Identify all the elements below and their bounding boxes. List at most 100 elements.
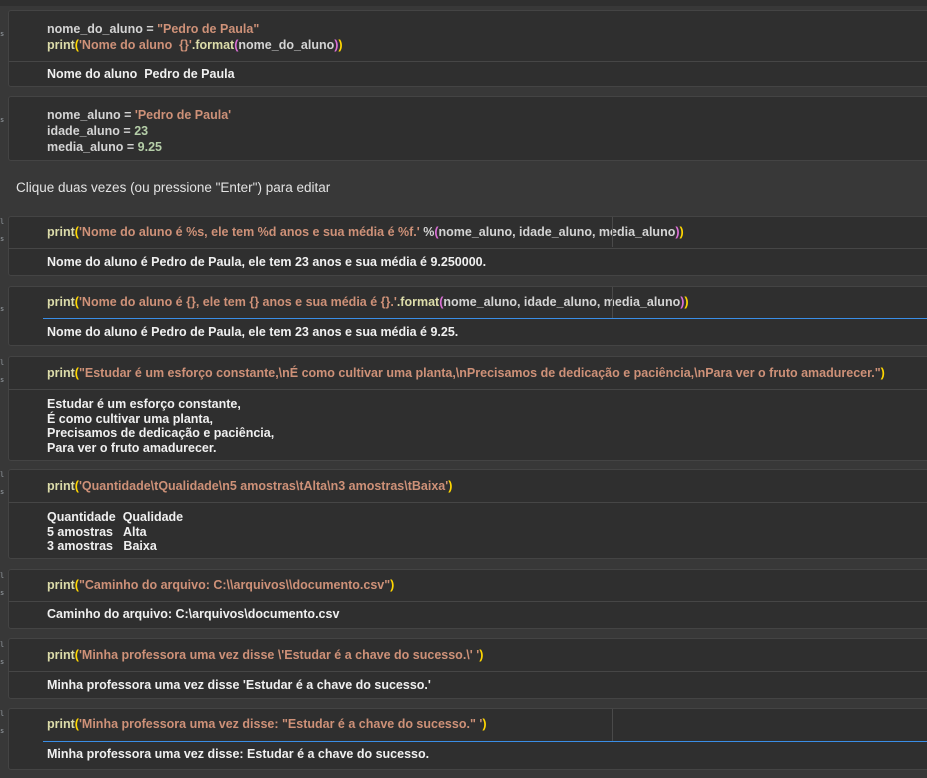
run-status-icon[interactable]: s xyxy=(0,659,4,666)
code-token: print xyxy=(47,479,75,493)
code-cell[interactable]: print("Caminho do arquivo: C:\\arquivos\… xyxy=(8,569,927,629)
code-editor[interactable]: print('Minha professora uma vez disse: "… xyxy=(47,716,927,732)
code-token: print xyxy=(47,295,75,309)
code-token: media_aluno xyxy=(47,140,124,154)
output-separator xyxy=(9,389,927,390)
code-token: 'Minha professora uma vez disse \'Estuda… xyxy=(78,648,480,662)
run-status-icon[interactable]: l xyxy=(0,573,4,580)
code-line: print("Estudar é um esforço constante,\n… xyxy=(47,365,927,381)
code-cell[interactable]: print('Nome do aluno é %s, ele tem %d an… xyxy=(8,216,927,276)
code-token: ) xyxy=(338,38,343,52)
line-length-ruler xyxy=(612,287,613,318)
text-cell-placeholder[interactable]: Clique duas vezes (ou pressione "Enter")… xyxy=(16,180,330,195)
run-status-icon[interactable]: s xyxy=(0,306,4,313)
code-token: 23 xyxy=(134,124,149,138)
code-token: print xyxy=(47,717,75,731)
code-line: print('Nome do aluno é {}, ele tem {} an… xyxy=(47,294,927,310)
run-status-icon[interactable]: s xyxy=(0,728,4,735)
cell-output: Nome do aluno é Pedro de Paula, ele tem … xyxy=(47,325,459,339)
code-editor[interactable]: print('Nome do aluno é %s, ele tem %d an… xyxy=(47,224,927,240)
code-editor[interactable]: print('Quantidade\tQualidade\n5 amostras… xyxy=(47,478,927,494)
run-status-icon[interactable]: l xyxy=(0,219,4,226)
code-token: 'Nome do aluno é %s, ele tem %d anos e s… xyxy=(78,225,420,239)
code-cell[interactable]: print('Nome do aluno é {}, ele tem {} an… xyxy=(8,286,927,346)
run-status-icon[interactable]: l xyxy=(0,360,4,367)
code-token: .format xyxy=(396,295,440,309)
code-line: media_aluno = 9.25 xyxy=(47,139,927,155)
cell-output: Nome do aluno Pedro de Paula xyxy=(47,67,235,81)
run-status-icon[interactable]: s xyxy=(0,236,4,243)
run-status-icon[interactable]: s xyxy=(0,377,4,384)
code-token: = xyxy=(142,22,158,36)
code-cell[interactable]: nome_do_aluno = "Pedro de Paula" print('N… xyxy=(8,10,927,87)
output-separator xyxy=(9,601,927,602)
code-cell[interactable]: print('Minha professora uma vez disse \'… xyxy=(8,638,927,699)
code-token: % xyxy=(419,225,435,239)
output-separator xyxy=(9,248,927,249)
code-editor[interactable]: print("Estudar é um esforço constante,\n… xyxy=(47,365,927,381)
code-token: nome_aluno, idade_aluno, media_aluno xyxy=(443,295,681,309)
previous-cell-edge xyxy=(0,0,927,6)
code-cell[interactable]: nome_aluno = 'Pedro de Paula' idade_aluno… xyxy=(8,96,927,161)
cell-output: Nome do aluno é Pedro de Paula, ele tem … xyxy=(47,255,487,269)
run-status-icon[interactable]: s xyxy=(0,117,4,124)
code-line: print('Nome do aluno {}'.format(nome_do_… xyxy=(47,37,927,53)
code-token: ) xyxy=(684,295,689,309)
code-token: ) xyxy=(482,717,487,731)
cell-output: Estudar é um esforço constante, É como c… xyxy=(47,397,275,455)
output-separator xyxy=(9,671,927,672)
code-token: nome_aluno, idade_aluno, media_aluno xyxy=(438,225,676,239)
code-token: 'Nome do aluno é {}, ele tem {} anos e s… xyxy=(78,295,397,309)
run-status-icon[interactable]: s xyxy=(0,590,4,597)
code-token: = xyxy=(119,124,135,138)
code-token: = xyxy=(120,108,135,122)
cell-output: Minha professora uma vez disse 'Estudar … xyxy=(47,678,431,692)
code-editor[interactable]: print('Minha professora uma vez disse \'… xyxy=(47,647,927,663)
code-editor[interactable]: print("Caminho do arquivo: C:\\arquivos\… xyxy=(47,577,927,593)
code-token: print xyxy=(47,578,75,592)
code-token: ) xyxy=(679,225,684,239)
code-editor[interactable]: print('Nome do aluno é {}, ele tem {} an… xyxy=(47,294,927,310)
code-token: 'Nome do aluno {}' xyxy=(78,38,192,52)
code-token: ) xyxy=(390,578,395,592)
code-editor[interactable]: nome_do_aluno = "Pedro de Paula" print('N… xyxy=(47,21,927,53)
output-separator xyxy=(9,502,927,503)
code-token: 'Quantidade\tQualidade\n5 amostras\tAlta… xyxy=(78,479,449,493)
code-token: nome_do_aluno xyxy=(47,22,143,36)
code-token: "Estudar é um esforço constante,\nÉ como… xyxy=(78,366,881,380)
code-line: print('Quantidade\tQualidade\n5 amostras… xyxy=(47,478,927,494)
run-status-icon[interactable]: l xyxy=(0,711,4,718)
code-token: print xyxy=(47,38,75,52)
code-line: print('Nome do aluno é %s, ele tem %d an… xyxy=(47,224,927,240)
notebook: nome_do_aluno = "Pedro de Paula" print('N… xyxy=(0,0,927,778)
code-token: print xyxy=(47,366,75,380)
code-line: nome_do_aluno = "Pedro de Paula" xyxy=(47,21,927,37)
code-cell[interactable]: print("Estudar é um esforço constante,\n… xyxy=(8,356,927,461)
code-cell[interactable]: print('Minha professora uma vez disse: "… xyxy=(8,708,927,770)
code-line: print('Minha professora uma vez disse \'… xyxy=(47,647,927,663)
cell-output: Caminho do arquivo: C:\arquivos\document… xyxy=(47,607,340,621)
code-token: print xyxy=(47,648,75,662)
line-length-ruler xyxy=(612,709,613,741)
code-token: ) xyxy=(448,479,453,493)
output-separator xyxy=(9,61,927,62)
code-token: "Caminho do arquivo: C:\\arquivos\\docum… xyxy=(78,578,391,592)
code-line: nome_aluno = 'Pedro de Paula' xyxy=(47,107,927,123)
code-line: print("Caminho do arquivo: C:\\arquivos\… xyxy=(47,577,927,593)
run-status-icon[interactable]: l xyxy=(0,642,4,649)
code-editor[interactable]: nome_aluno = 'Pedro de Paula' idade_aluno… xyxy=(47,107,927,155)
code-token: 9.25 xyxy=(137,140,163,154)
code-token: print xyxy=(47,225,75,239)
code-token: "Pedro de Paula" xyxy=(157,22,260,36)
code-token: 'Minha professora uma vez disse: "Estuda… xyxy=(78,717,483,731)
cell-output: Minha professora uma vez disse: Estudar … xyxy=(47,747,430,761)
code-token: ) xyxy=(880,366,885,380)
run-status-icon[interactable]: s xyxy=(0,31,4,38)
run-status-icon[interactable]: l xyxy=(0,472,4,479)
code-token: idade_aluno xyxy=(47,124,120,138)
run-status-icon[interactable]: s xyxy=(0,489,4,496)
code-token: nome_do_aluno xyxy=(238,38,335,52)
code-line: print('Minha professora uma vez disse: "… xyxy=(47,716,927,732)
code-cell[interactable]: print('Quantidade\tQualidade\n5 amostras… xyxy=(8,469,927,559)
output-separator xyxy=(43,741,927,742)
